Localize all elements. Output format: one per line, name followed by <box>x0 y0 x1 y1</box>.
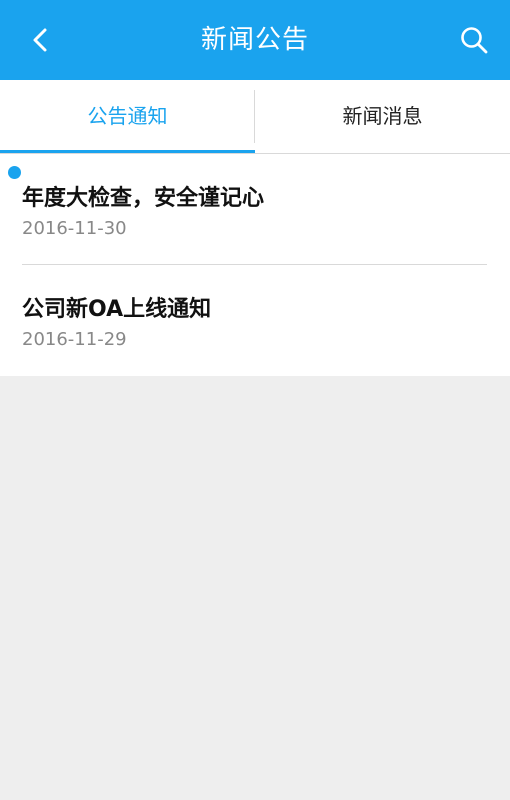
notice-date: 2016-11-29 <box>22 329 127 350</box>
top-app-bar: 新闻公告 <box>0 0 510 80</box>
unread-dot-icon <box>8 166 21 179</box>
tab-news[interactable]: 新闻消息 <box>255 80 510 153</box>
page-title: 新闻公告 <box>200 25 309 55</box>
list-item[interactable]: 年度大检查，安全谨记心 2016-11-30 <box>0 154 510 265</box>
tab-bar: 公告通知 新闻消息 <box>0 80 510 154</box>
search-button[interactable] <box>456 22 492 58</box>
notice-title: 公司新OA上线通知 <box>22 297 212 322</box>
tab-notices[interactable]: 公告通知 <box>0 80 255 153</box>
search-icon <box>461 27 488 54</box>
list-item[interactable]: 公司新OA上线通知 2016-11-29 <box>0 265 510 375</box>
notice-date: 2016-11-30 <box>22 218 127 239</box>
active-tab-indicator <box>0 150 255 153</box>
notice-title: 年度大检查，安全谨记心 <box>22 186 265 211</box>
notice-list: 年度大检查，安全谨记心 2016-11-30 公司新OA上线通知 2016-11… <box>0 154 510 376</box>
